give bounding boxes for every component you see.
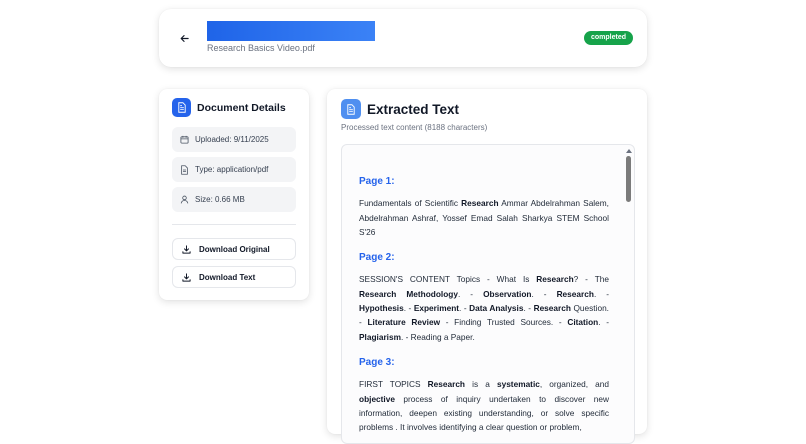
back-button[interactable] (173, 27, 195, 49)
download-icon (181, 244, 191, 254)
details-header: Document Details (172, 98, 286, 117)
uploaded-date: Uploaded: 9/11/2025 (195, 135, 269, 144)
user-icon (179, 195, 189, 205)
file-type-row: Type: application/pdf (172, 157, 296, 182)
page-text: FIRST TOPICS Research is a systematic, o… (359, 379, 609, 433)
status-badge: completed (583, 31, 633, 45)
page-text: SESSION'S CONTENT Topics - What Is Resea… (359, 274, 610, 342)
page-heading: Page 2: (359, 252, 395, 264)
scrollbar[interactable] (626, 149, 632, 441)
file-size: Size: 0.66 MB (195, 195, 245, 204)
arrow-left-icon (180, 34, 189, 42)
details-title: Document Details (197, 101, 286, 114)
file-icon (179, 164, 189, 175)
download-text-label: Download Text (199, 272, 256, 282)
page-heading: Page 3: (359, 356, 395, 368)
divider (172, 224, 296, 225)
document-header: Research Basics Video.pdf completed (159, 9, 647, 67)
page-text: Fundamentals of Scientific Research Amma… (359, 198, 609, 237)
scroll-thumb[interactable] (626, 156, 631, 202)
download-icon (181, 272, 191, 282)
page-heading: Page 1: (359, 176, 395, 187)
extracted-text-panel: Extracted Text Processed text content (8… (327, 89, 647, 444)
document-icon (341, 99, 361, 119)
file-size-row: Size: 0.66 MB (172, 187, 296, 212)
document-title-redacted (207, 21, 375, 41)
download-original-label: Download Original (199, 244, 270, 254)
uploaded-date-row: Uploaded: 9/11/2025 (172, 127, 296, 152)
file-name: Research Basics Video.pdf (207, 43, 315, 53)
file-type: Type: application/pdf (195, 165, 269, 174)
document-details-panel: Document Details Uploaded: 9/11/2025 Typ… (159, 89, 309, 300)
extracted-title: Extracted Text (367, 101, 460, 117)
extracted-subtitle: Processed text content (8188 characters) (341, 123, 488, 132)
download-text-button[interactable]: Download Text (172, 266, 296, 288)
download-original-button[interactable]: Download Original (172, 238, 296, 260)
extracted-text-content: Page 1: Fundamentals of Scientific Resear… (359, 175, 610, 443)
document-icon (172, 98, 191, 117)
calendar-icon (179, 135, 189, 145)
extracted-text-scroll-area[interactable]: Page 1: Fundamentals of Scientific Resear… (341, 144, 635, 444)
scroll-up-arrow-icon[interactable] (626, 149, 632, 153)
extracted-header: Extracted Text (341, 99, 459, 119)
